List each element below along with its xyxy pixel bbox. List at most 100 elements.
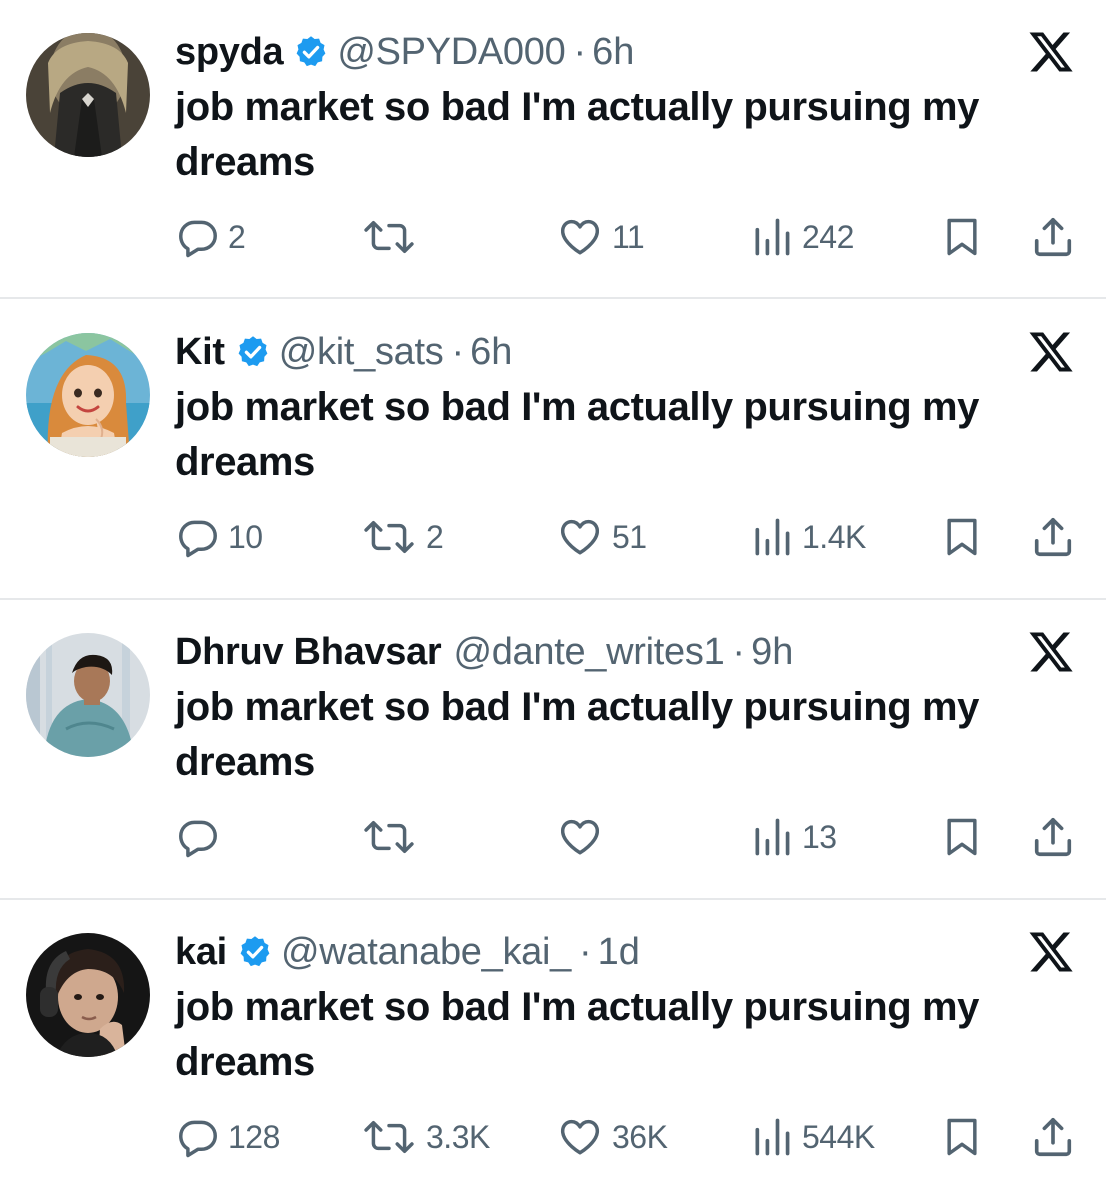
user-handle[interactable]: @SPYDA000 — [337, 31, 565, 74]
like-icon — [560, 519, 600, 555]
bookmark-icon — [947, 518, 977, 556]
tweet-feed: spyda @SPYDA000 · 6h job market so bad I… — [0, 0, 1106, 1200]
bookmark-icon — [947, 218, 977, 256]
avatar[interactable] — [26, 33, 150, 157]
like-button[interactable]: 11 — [556, 212, 645, 262]
timestamp[interactable]: 6h — [470, 331, 512, 374]
share-icon — [1034, 817, 1072, 857]
reply-count: 128 — [228, 1118, 280, 1155]
timestamp[interactable]: 6h — [592, 31, 634, 74]
tweet[interactable]: spyda @SPYDA000 · 6h job market so bad I… — [0, 0, 1106, 300]
view-count: 242 — [802, 218, 854, 255]
user-handle[interactable]: @kit_sats — [279, 331, 444, 374]
reply-icon — [179, 820, 217, 858]
display-name[interactable]: Dhruv Bhavsar — [175, 631, 442, 674]
share-icon — [1034, 517, 1072, 557]
timestamp[interactable]: 1d — [598, 931, 640, 974]
display-name[interactable]: Kit — [175, 331, 225, 374]
like-button[interactable] — [556, 812, 612, 862]
views-icon — [755, 218, 790, 256]
tweet-text: job market so bad I'm actually pursuing … — [175, 685, 980, 784]
separator: · — [578, 930, 592, 973]
user-handle[interactable]: @watanabe_kai_ — [281, 931, 571, 974]
share-icon — [1034, 217, 1072, 257]
share-button[interactable] — [1030, 1112, 1076, 1162]
x-logo-icon — [1029, 632, 1073, 672]
like-icon — [560, 1119, 600, 1155]
bookmark-button[interactable] — [940, 212, 984, 262]
reply-icon — [179, 220, 217, 258]
action-bar: 13 — [0, 812, 1106, 862]
bookmark-icon — [947, 1118, 977, 1156]
avatar[interactable] — [26, 933, 150, 1057]
view-count: 544K — [802, 1118, 875, 1155]
bookmark-button[interactable] — [940, 812, 984, 862]
retweet-button[interactable]: 3.3K — [360, 1112, 490, 1162]
divider — [0, 297, 1106, 299]
avatar[interactable] — [26, 633, 150, 757]
tweet-header: Dhruv Bhavsar @dante_writes1 · 9h — [175, 630, 793, 674]
reply-count: 2 — [228, 218, 246, 255]
tweet[interactable]: Kit @kit_sats · 6h job market so bad I'm… — [0, 300, 1106, 600]
tweet-text: job market so bad I'm actually pursuing … — [175, 385, 980, 484]
action-bar: 2 11 242 — [0, 212, 1106, 262]
tweet-header: spyda @SPYDA000 · 6h — [175, 30, 634, 74]
reply-button[interactable]: 128 — [176, 1112, 280, 1162]
bookmark-button[interactable] — [940, 512, 984, 562]
tweet[interactable]: kai @watanabe_kai_ · 1d job market so ba… — [0, 900, 1106, 1200]
retweet-icon — [364, 520, 414, 554]
avatar[interactable] — [26, 333, 150, 457]
reply-icon — [179, 1120, 217, 1158]
views-button[interactable]: 242 — [750, 212, 854, 262]
verified-badge-icon — [238, 336, 268, 367]
action-bar: 128 3.3K 36K 544K — [0, 1112, 1106, 1162]
bookmark-icon — [947, 818, 977, 856]
view-count: 13 — [802, 818, 837, 855]
display-name[interactable]: kai — [175, 931, 227, 974]
views-icon — [755, 818, 790, 856]
views-button[interactable]: 544K — [750, 1112, 875, 1162]
user-handle[interactable]: @dante_writes1 — [453, 631, 724, 674]
tweet-header: Kit @kit_sats · 6h — [175, 330, 512, 374]
views-button[interactable]: 13 — [750, 812, 837, 862]
like-count: 11 — [612, 218, 645, 255]
x-logo-icon — [1029, 932, 1073, 972]
views-icon — [755, 1118, 790, 1156]
retweet-count: 2 — [426, 518, 444, 555]
view-count: 1.4K — [802, 518, 866, 555]
like-button[interactable]: 36K — [556, 1112, 668, 1162]
views-icon — [755, 518, 790, 556]
like-button[interactable]: 51 — [556, 512, 647, 562]
retweet-icon — [364, 220, 414, 254]
share-button[interactable] — [1030, 212, 1076, 262]
share-button[interactable] — [1030, 512, 1076, 562]
retweet-count: 3.3K — [426, 1118, 490, 1155]
views-button[interactable]: 1.4K — [750, 512, 866, 562]
display-name[interactable]: spyda — [175, 31, 284, 74]
x-logo-icon — [1029, 332, 1073, 372]
x-logo-icon — [1029, 32, 1073, 72]
retweet-button[interactable] — [360, 812, 426, 862]
retweet-button[interactable] — [360, 212, 426, 262]
retweet-icon — [364, 820, 414, 854]
tweet-text: job market so bad I'm actually pursuing … — [175, 85, 980, 184]
verified-badge-icon — [296, 36, 326, 67]
reply-icon — [179, 520, 217, 558]
reply-count: 10 — [228, 518, 263, 555]
reply-button[interactable]: 10 — [176, 512, 263, 562]
separator: · — [451, 330, 465, 373]
verified-badge-icon — [240, 936, 270, 967]
tweet[interactable]: Dhruv Bhavsar @dante_writes1 · 9h job ma… — [0, 600, 1106, 900]
retweet-button[interactable]: 2 — [360, 512, 444, 562]
like-count: 51 — [612, 518, 647, 555]
share-icon — [1034, 1117, 1072, 1157]
reply-button[interactable] — [176, 812, 228, 862]
action-bar: 10 2 51 1.4K — [0, 512, 1106, 562]
like-count: 36K — [612, 1118, 668, 1155]
timestamp[interactable]: 9h — [751, 631, 793, 674]
share-button[interactable] — [1030, 812, 1076, 862]
reply-button[interactable]: 2 — [176, 212, 246, 262]
separator: · — [573, 30, 587, 73]
tweet-header: kai @watanabe_kai_ · 1d — [175, 930, 640, 974]
bookmark-button[interactable] — [940, 1112, 984, 1162]
